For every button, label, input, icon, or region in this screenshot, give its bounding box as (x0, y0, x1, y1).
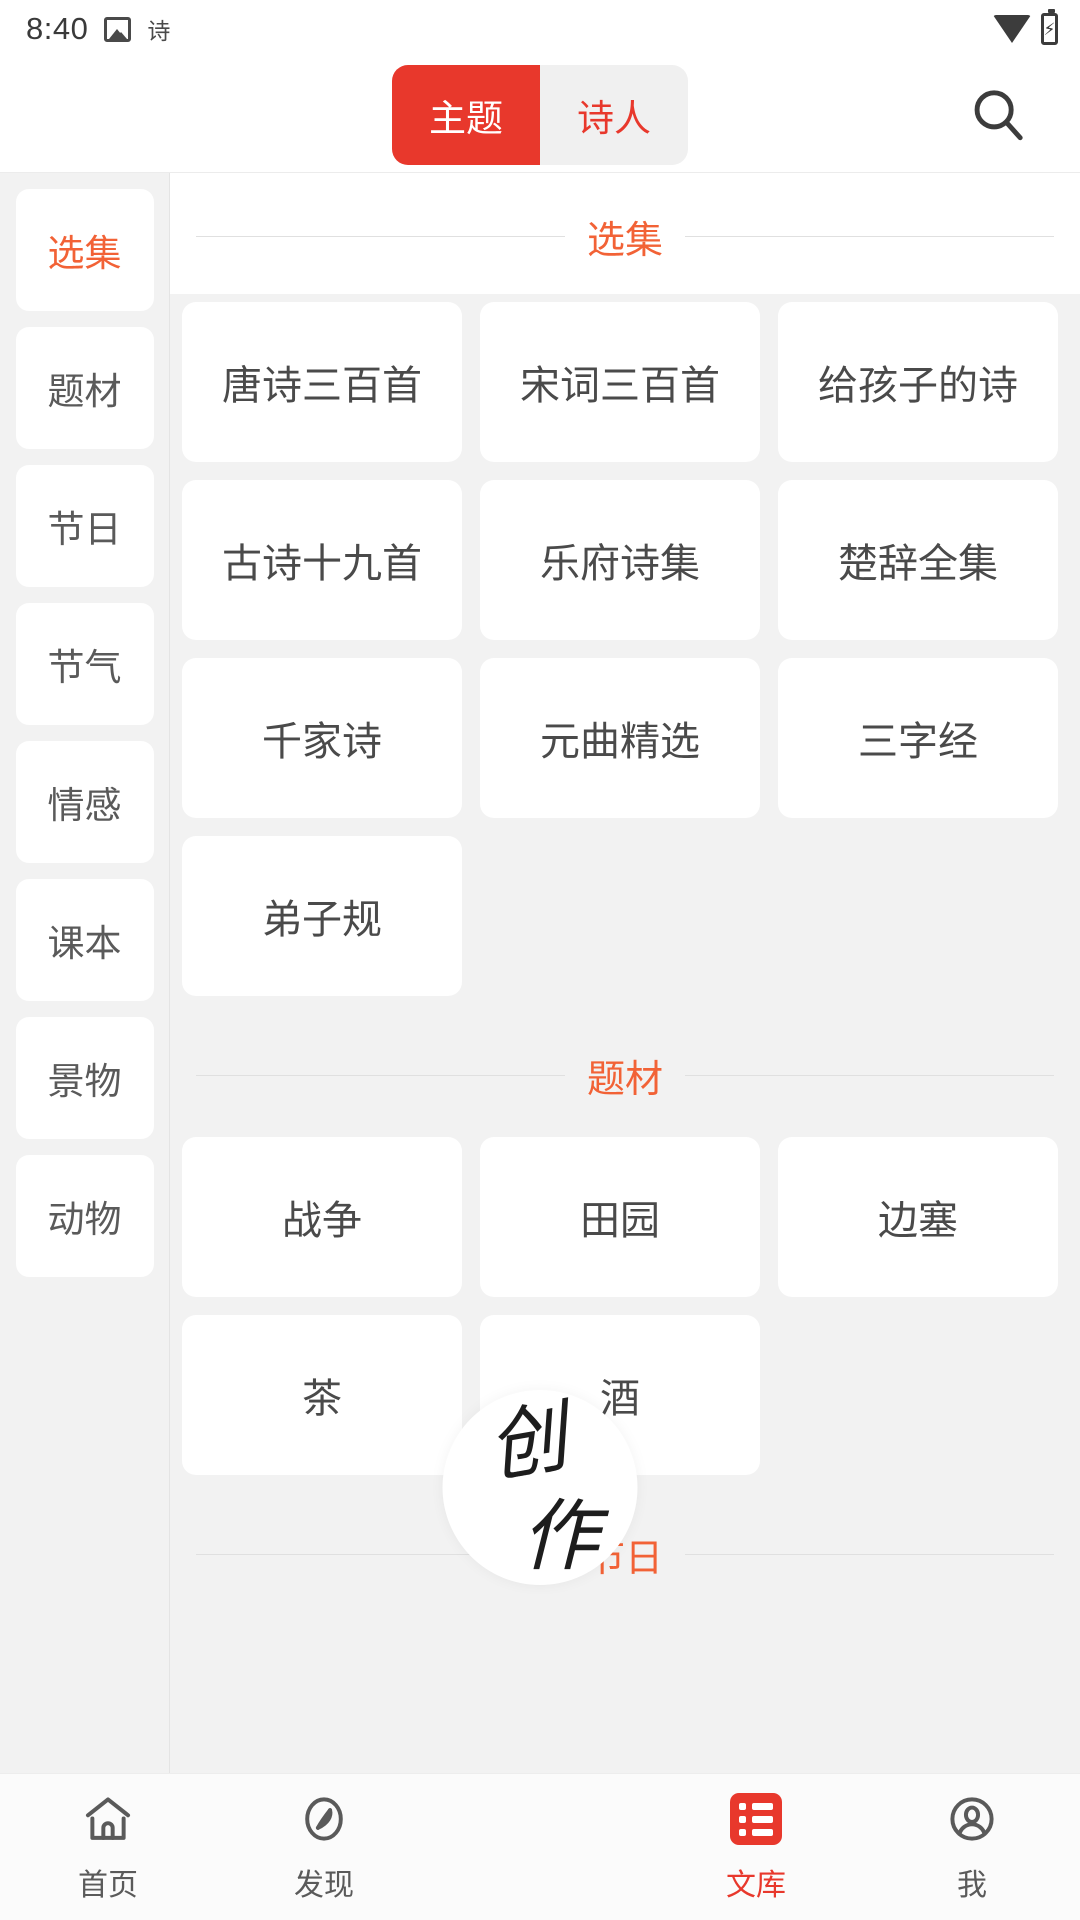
wifi-icon (993, 15, 1031, 43)
battery-charging-icon: ⚡ (1041, 9, 1058, 45)
fab-char-chuang: 创 (481, 1393, 569, 1495)
grid-card[interactable]: 楚辞全集 (778, 480, 1058, 640)
tab-poet[interactable]: 诗人 (540, 65, 688, 165)
section-header-ticai: 题材 (170, 996, 1080, 1137)
tab-theme[interactable]: 主题 (392, 65, 540, 165)
person-icon-wrap (944, 1790, 1000, 1848)
grid-card[interactable]: 宋词三百首 (480, 302, 760, 462)
nav-label: 发现 (294, 1869, 354, 1902)
create-fab-button[interactable]: 创 作 (442, 1390, 638, 1585)
library-icon-wrap (730, 1790, 782, 1848)
grid-card[interactable]: 战争 (182, 1137, 462, 1297)
bottom-navigation: 首页 发现 文库 我 (0, 1773, 1080, 1920)
nav-label: 我 (957, 1869, 987, 1902)
section-divider-left (196, 236, 565, 237)
grid-card[interactable]: 千家诗 (182, 658, 462, 818)
sidebar-item-jingwu[interactable]: 景物 (15, 1017, 154, 1139)
section-divider-left (196, 1075, 565, 1076)
library-list-icon (730, 1793, 782, 1845)
status-app-label: 诗 (147, 18, 171, 44)
section-title: 题材 (587, 1059, 664, 1101)
sidebar-item-ticai[interactable]: 题材 (15, 327, 154, 449)
grid-card[interactable]: 田园 (480, 1137, 760, 1297)
nav-item-library[interactable]: 文库 (648, 1790, 864, 1904)
sidebar-item-jieqi[interactable]: 节气 (15, 603, 154, 725)
section-divider-right (685, 1075, 1055, 1076)
sidebar-item-qinggan[interactable]: 情感 (15, 741, 154, 863)
grid-card[interactable]: 古诗十九首 (182, 480, 462, 640)
grid-card[interactable]: 元曲精选 (480, 658, 760, 818)
grid-card[interactable]: 给孩子的诗 (778, 302, 1058, 462)
compass-icon (305, 1797, 343, 1841)
compass-icon-wrap (296, 1790, 352, 1848)
sidebar-item-jieri[interactable]: 节日 (15, 465, 154, 587)
section-header-xuanji: 选集 (170, 173, 1080, 294)
list-row (739, 1802, 773, 1810)
nav-label: 首页 (78, 1869, 138, 1902)
nav-item-discover[interactable]: 发现 (216, 1790, 432, 1904)
search-button[interactable] (962, 79, 1034, 151)
sidebar-item-keben[interactable]: 课本 (15, 879, 154, 1001)
grid-card[interactable]: 边塞 (778, 1137, 1058, 1297)
grid-ticai: 战争 田园 边塞 茶 酒 (170, 1137, 1080, 1475)
image-icon (104, 16, 132, 42)
list-line (752, 1815, 773, 1823)
fab-char-zuo: 作 (521, 1491, 594, 1582)
sidebar-item-dongwu[interactable]: 动物 (15, 1155, 154, 1277)
bolt-glyph: ⚡ (1043, 19, 1056, 39)
list-bullet (739, 1802, 746, 1810)
status-bar: 8:40 诗 ⚡ (0, 0, 1080, 58)
status-time: 8:40 (26, 11, 89, 46)
fab-calligraphy: 创 作 (482, 1393, 594, 1581)
grid-card[interactable]: 弟子规 (182, 836, 462, 996)
nav-item-home[interactable]: 首页 (0, 1790, 216, 1904)
home-icon-wrap (80, 1790, 136, 1848)
top-bar: 主题 诗人 (0, 58, 1080, 173)
nav-item-profile[interactable]: 我 (864, 1790, 1080, 1904)
grid-card[interactable]: 唐诗三百首 (182, 302, 462, 462)
grid-card[interactable]: 乐府诗集 (480, 480, 760, 640)
list-row (739, 1828, 773, 1836)
home-icon (85, 1797, 131, 1840)
segmented-control[interactable]: 主题 诗人 (392, 65, 688, 165)
app-root: 8:40 诗 ⚡ 主题 诗人 选集 题材 节日 节气 情感 课本 景物 动物 选… (0, 0, 1080, 1920)
list-row (739, 1815, 773, 1823)
status-bar-left: 8:40 诗 (26, 11, 170, 47)
section-divider-right (685, 236, 1055, 237)
grid-card[interactable]: 茶 (182, 1315, 462, 1475)
section-divider-right (685, 1554, 1055, 1555)
person-icon (950, 1797, 994, 1841)
status-bar-right: ⚡ (993, 0, 1058, 58)
sidebar-item-xuanji[interactable]: 选集 (15, 189, 154, 311)
list-bullet (739, 1815, 746, 1823)
list-line (752, 1828, 773, 1836)
list-bullet (739, 1828, 746, 1836)
search-icon (974, 90, 1023, 141)
section-title: 选集 (587, 220, 664, 262)
list-line (752, 1802, 773, 1810)
grid-xuanji: 唐诗三百首 宋词三百首 给孩子的诗 古诗十九首 乐府诗集 楚辞全集 千家诗 元曲… (170, 294, 1080, 996)
grid-card[interactable]: 三字经 (778, 658, 1058, 818)
category-sidebar[interactable]: 选集 题材 节日 节气 情感 课本 景物 动物 (0, 173, 170, 1773)
nav-label: 文库 (726, 1869, 786, 1902)
